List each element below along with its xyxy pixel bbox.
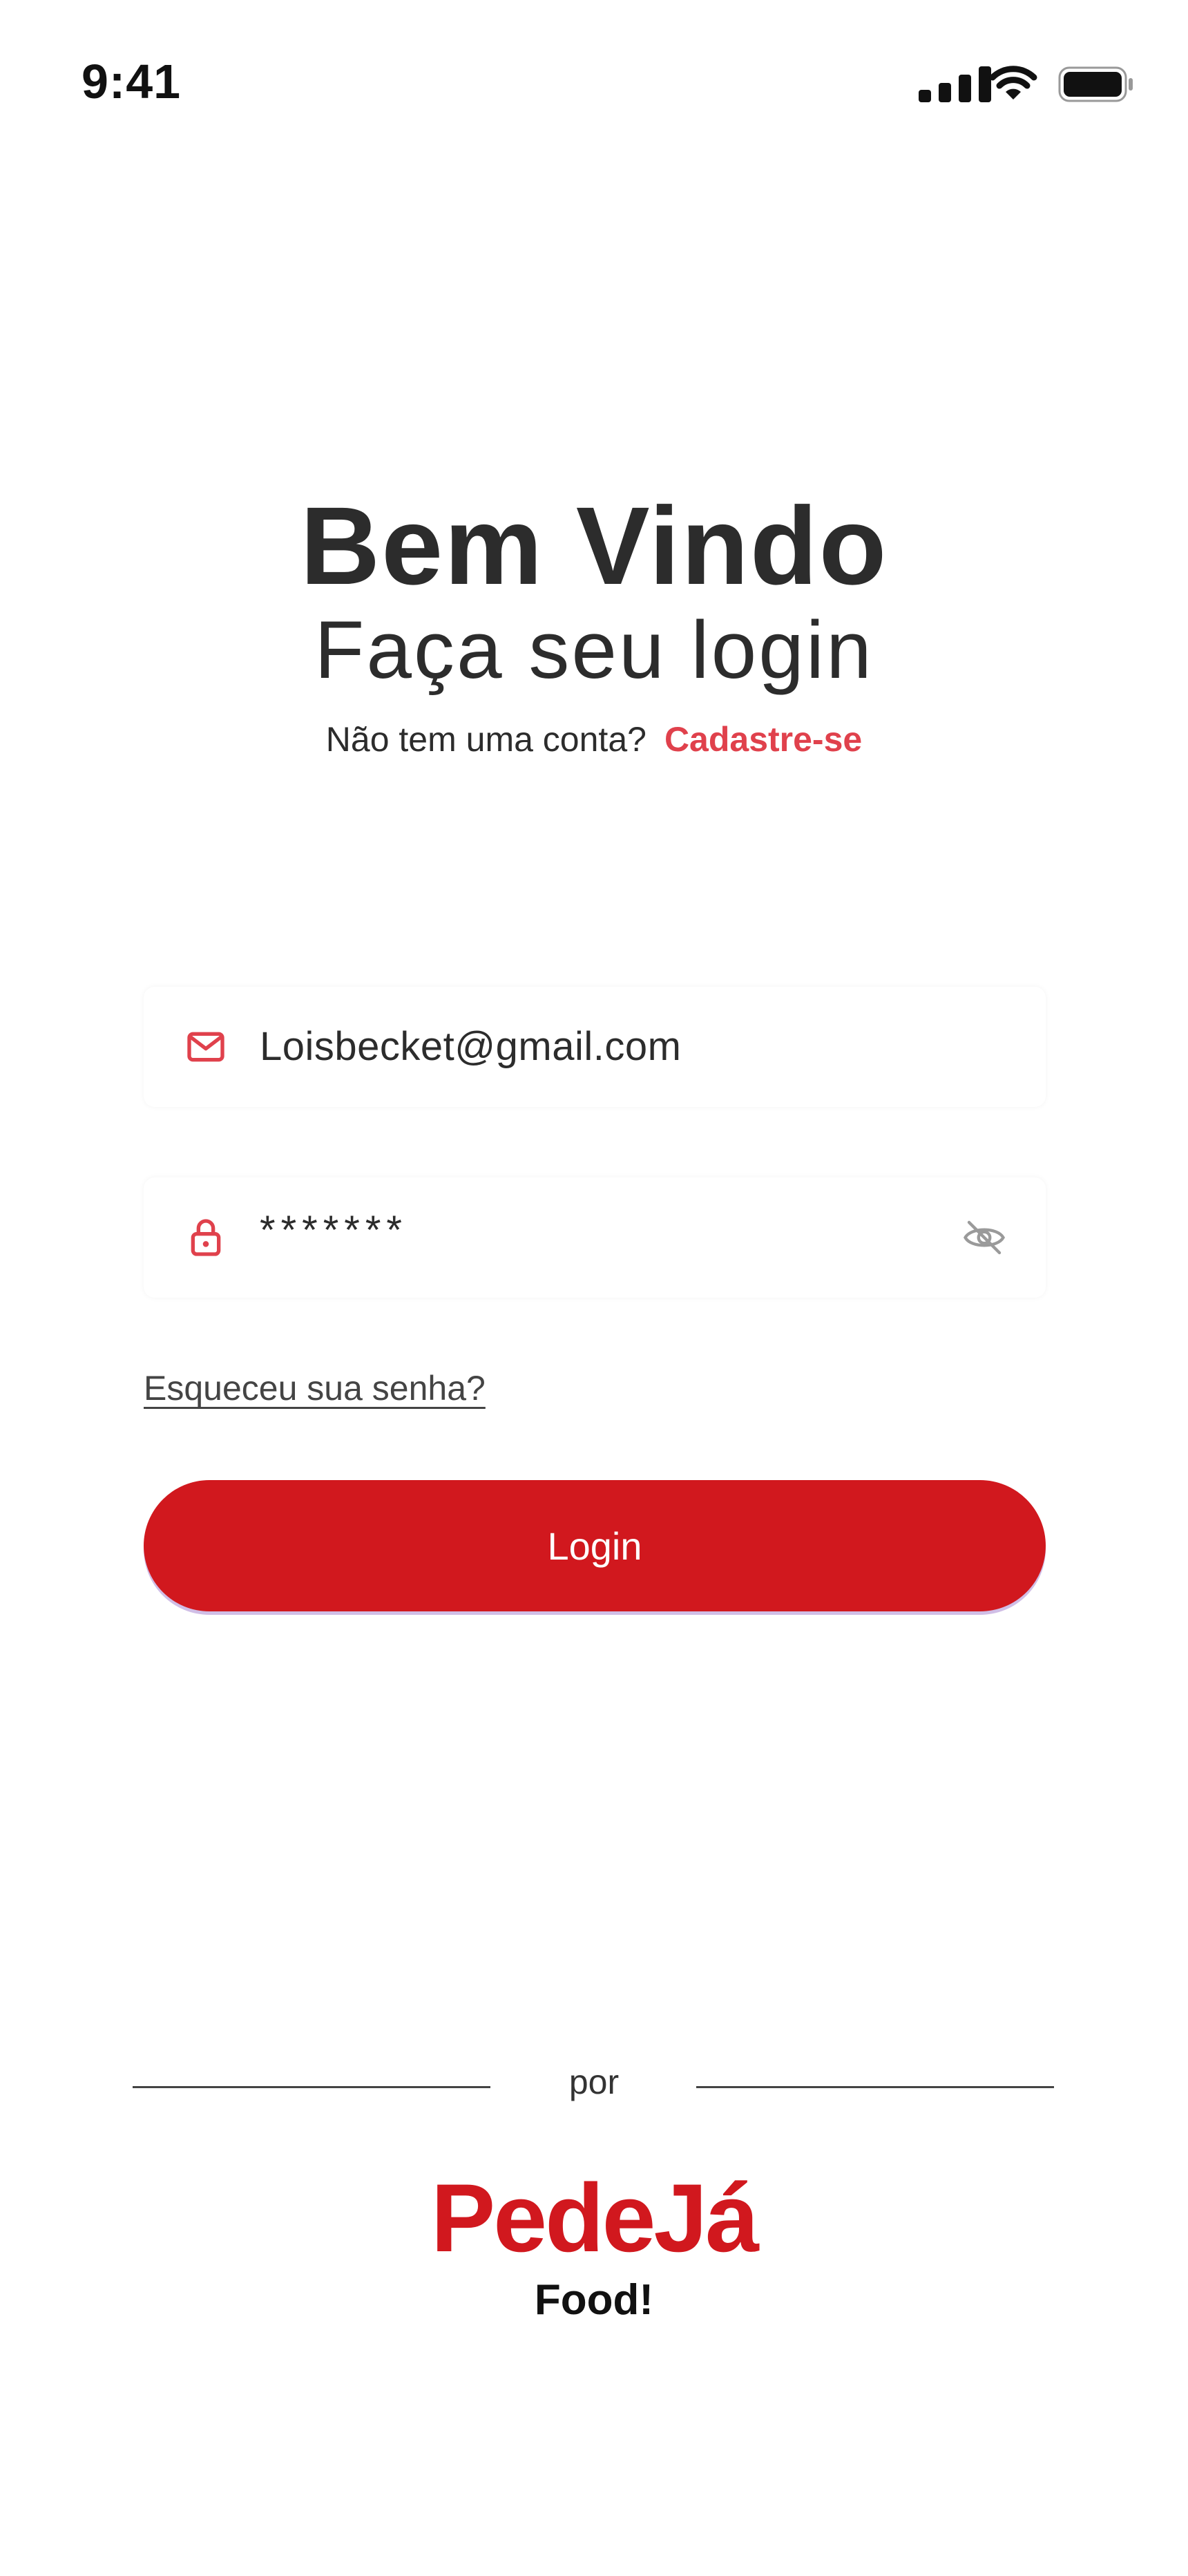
email-field[interactable]: Loisbecket@gmail.com xyxy=(144,987,1046,1107)
login-subtitle: Faça seu login xyxy=(314,605,874,696)
signup-prompt: Não tem uma conta? Cadastre-se xyxy=(0,717,1188,761)
by-label: por xyxy=(568,2063,620,2101)
status-time: 9:41 xyxy=(82,55,182,108)
password-field[interactable]: ******* xyxy=(144,1177,1046,1298)
forgot-password-link[interactable]: Esqueceu sua senha? xyxy=(144,1368,486,1408)
brand-tagline: Food! xyxy=(534,2276,654,2324)
password-value[interactable]: ******* xyxy=(260,1171,408,1291)
welcome-title: Bem Vindo xyxy=(300,484,888,607)
signup-link[interactable]: Cadastre-se xyxy=(664,720,862,759)
battery-icon xyxy=(1058,66,1133,102)
divider-left xyxy=(133,2086,490,2088)
divider-right xyxy=(696,2086,1054,2088)
brand-logo: PedeJá xyxy=(430,2163,759,2272)
lock-icon xyxy=(191,1219,221,1256)
email-value[interactable]: Loisbecket@gmail.com xyxy=(260,987,681,1107)
no-account-text: Não tem uma conta? xyxy=(325,720,646,759)
mail-icon xyxy=(187,1032,224,1062)
cellular-signal-icon xyxy=(919,66,991,102)
wifi-icon xyxy=(989,66,1037,100)
eye-off-icon[interactable] xyxy=(961,1215,1007,1260)
login-button[interactable]: Login xyxy=(144,1480,1046,1611)
